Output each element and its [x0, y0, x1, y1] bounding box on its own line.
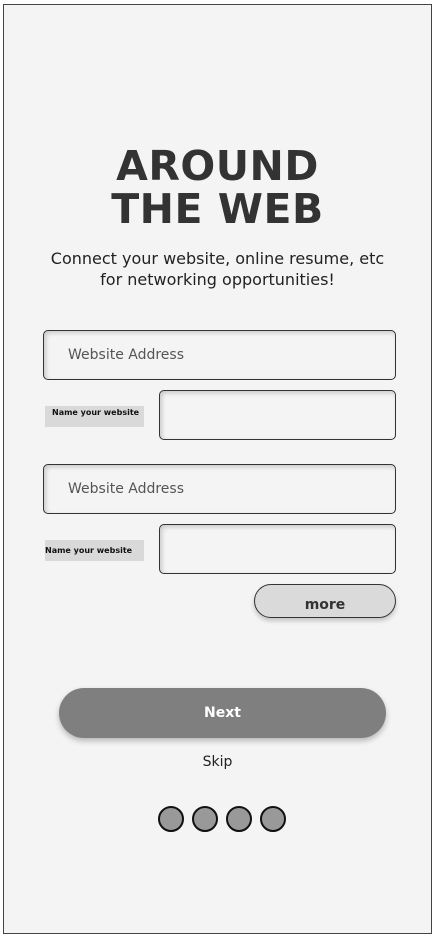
website-name-label-2: Name your website [45, 540, 144, 561]
pagination-dot-4[interactable] [260, 806, 286, 832]
pagination-dots [158, 806, 286, 832]
page-title: AROUND THE WEB [4, 145, 431, 231]
website-name-label-1: Name your website [45, 406, 144, 427]
page-title-line-1: AROUND [116, 142, 319, 190]
onboarding-screen: AROUND THE WEB Connect your website, onl… [3, 4, 432, 934]
skip-link[interactable]: Skip [4, 754, 431, 770]
more-button[interactable]: more [254, 584, 396, 618]
next-button[interactable]: Next [59, 688, 386, 738]
pagination-dot-3[interactable] [226, 806, 252, 832]
website-name-input-2[interactable] [159, 524, 396, 574]
page-title-line-2: THE WEB [111, 185, 324, 233]
website-address-input-1[interactable] [43, 330, 396, 380]
website-address-input-2[interactable] [43, 464, 396, 514]
page-subtitle: Connect your website, online resume, etc… [50, 249, 385, 289]
pagination-dot-2[interactable] [192, 806, 218, 832]
pagination-dot-1[interactable] [158, 806, 184, 832]
website-name-input-1[interactable] [159, 390, 396, 440]
